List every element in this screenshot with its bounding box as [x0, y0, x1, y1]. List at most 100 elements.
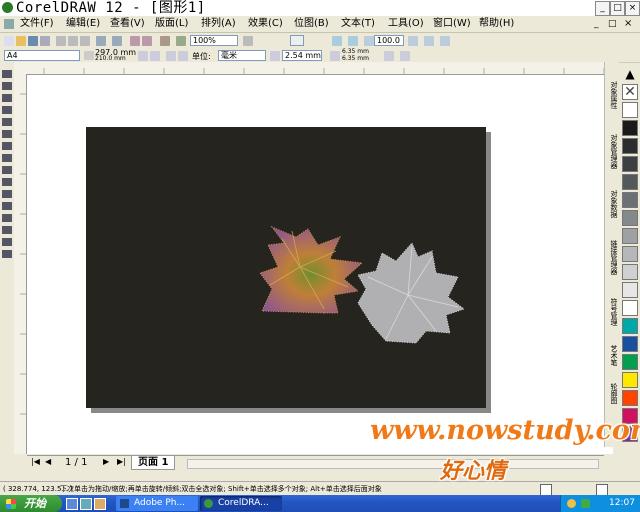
palette-scroll-up-icon[interactable]: ▲	[623, 68, 637, 82]
menu-view[interactable]: 查看(V)	[110, 16, 145, 32]
task-coreldraw-button[interactable]: CorelDRA...	[200, 496, 282, 511]
snap-distance-field[interactable]: 100.0	[374, 35, 404, 46]
task-photoshop-button[interactable]: Adobe Ph...	[116, 496, 198, 511]
first-page-icon[interactable]: |◀	[31, 457, 40, 466]
import-icon[interactable]	[130, 36, 140, 46]
zoom-level-select[interactable]: 100%	[190, 35, 238, 46]
draw-units-icon[interactable]	[384, 51, 394, 61]
tray-network-icon[interactable]	[581, 499, 590, 508]
duplicate-x-field[interactable]: 6.35 mm	[342, 48, 369, 55]
palette-swatch[interactable]	[622, 390, 638, 406]
palette-swatch[interactable]	[622, 120, 638, 136]
interactive-fill-tool-icon[interactable]	[2, 250, 12, 258]
next-page-icon[interactable]: ▶	[103, 457, 109, 466]
quick-launch-explorer-icon[interactable]	[94, 498, 106, 510]
menu-edit[interactable]: 编辑(E)	[66, 16, 100, 32]
units-select[interactable]: 毫米	[218, 50, 266, 61]
basic-shapes-tool-icon[interactable]	[2, 178, 12, 186]
landscape-icon[interactable]	[150, 51, 160, 61]
doc-minimize-icon[interactable]: _	[594, 19, 599, 29]
coreldraw-logo-icon[interactable]	[2, 2, 13, 13]
palette-swatch[interactable]	[622, 318, 638, 334]
palette-swatch[interactable]	[622, 138, 638, 154]
palette-swatch[interactable]	[622, 174, 638, 190]
page-tab-1[interactable]: 页面 1	[131, 456, 176, 470]
docker-tab-object-manager[interactable]: 对象管理器	[605, 124, 619, 178]
portrait-icon[interactable]	[138, 51, 148, 61]
start-button[interactable]: 开始	[0, 495, 62, 512]
menu-window[interactable]: 窗口(W)	[433, 16, 471, 32]
nudge-offset-field[interactable]: 2.54 mm	[282, 50, 322, 61]
polygon-tool-icon[interactable]	[2, 166, 12, 174]
vertical-ruler[interactable]	[14, 74, 27, 454]
copy-icon[interactable]	[68, 36, 78, 46]
wireframe-icon[interactable]	[424, 36, 434, 46]
doc-close-icon[interactable]: ×	[624, 18, 632, 29]
horizontal-ruler[interactable]	[14, 62, 613, 75]
shape-edit-icon[interactable]	[348, 36, 358, 46]
palette-swatch[interactable]	[622, 282, 638, 298]
menu-text[interactable]: 文本(T)	[341, 16, 375, 32]
docker-tab-artistic-media[interactable]: 艺术笔	[605, 338, 619, 372]
docker-tab-contour[interactable]: 轮廓图	[605, 376, 619, 410]
quick-launch-ie-icon[interactable]	[66, 498, 78, 510]
palette-swatch[interactable]	[622, 354, 638, 370]
drawing-page[interactable]	[86, 127, 486, 408]
application-launcher-icon[interactable]	[160, 36, 170, 46]
grey-leaf-image[interactable]	[357, 242, 466, 344]
save-icon[interactable]	[28, 36, 38, 46]
palette-swatch[interactable]	[622, 210, 638, 226]
corel-online-icon[interactable]	[176, 36, 186, 46]
menu-arrange[interactable]: 排列(A)	[201, 16, 236, 32]
restore-button[interactable]: □	[610, 1, 625, 16]
docker-tab-symbol-manager[interactable]: 符号管理	[605, 290, 619, 334]
export-icon[interactable]	[142, 36, 152, 46]
palette-swatch[interactable]	[622, 264, 638, 280]
docker-tab-object-data[interactable]: 对象数据	[605, 182, 619, 226]
minimize-button[interactable]: _	[595, 1, 610, 16]
close-button[interactable]: ×	[625, 1, 640, 16]
zoom-dropdown-icon[interactable]	[243, 36, 253, 46]
paper-size-select[interactable]: A4	[4, 50, 80, 61]
interactive-blend-tool-icon[interactable]	[2, 202, 12, 210]
document-menu-icon[interactable]	[4, 19, 14, 29]
rectangle-tool-icon[interactable]	[2, 142, 12, 150]
quick-launch-desktop-icon[interactable]	[80, 498, 92, 510]
redo-icon[interactable]	[112, 36, 122, 46]
orange-leaf-image[interactable]	[259, 225, 364, 314]
duplicate-y-field[interactable]: 6.35 mm	[342, 55, 369, 62]
new-file-icon[interactable]	[4, 36, 14, 46]
palette-swatch[interactable]	[622, 192, 638, 208]
snap-toggle[interactable]	[290, 35, 304, 46]
tray-volume-icon[interactable]	[567, 499, 576, 508]
docker-tab-link-manager[interactable]: 链接管理器	[605, 230, 619, 284]
fill-tool-icon[interactable]	[2, 238, 12, 246]
text-tool-icon[interactable]	[2, 190, 12, 198]
open-file-icon[interactable]	[16, 36, 26, 46]
menu-effects[interactable]: 效果(C)	[248, 16, 283, 32]
palette-swatch[interactable]	[622, 102, 638, 118]
crop-tool-icon[interactable]	[2, 94, 12, 102]
leaf-artwork[interactable]	[86, 127, 486, 408]
menu-file[interactable]: 文件(F)	[20, 16, 54, 32]
palette-swatch[interactable]	[622, 336, 638, 352]
page-options-icon[interactable]	[400, 51, 410, 61]
prev-page-icon[interactable]: ◀	[45, 457, 51, 466]
zoom-tool-icon[interactable]	[2, 106, 12, 114]
current-page-icon[interactable]	[178, 51, 188, 61]
options-icon[interactable]	[408, 36, 418, 46]
all-pages-icon[interactable]	[166, 51, 176, 61]
menu-layout[interactable]: 版面(L)	[155, 16, 188, 32]
shape-tool-icon[interactable]	[2, 82, 12, 90]
doc-restore-icon[interactable]: □	[608, 19, 617, 29]
eyedropper-tool-icon[interactable]	[2, 214, 12, 222]
menu-help[interactable]: 帮助(H)	[479, 16, 514, 32]
enhanced-view-icon[interactable]	[440, 36, 450, 46]
paste-icon[interactable]	[80, 36, 90, 46]
menu-tools[interactable]: 工具(O)	[388, 16, 424, 32]
palette-swatch[interactable]	[622, 246, 638, 262]
freehand-tool-icon[interactable]	[2, 118, 12, 126]
ellipse-tool-icon[interactable]	[2, 154, 12, 162]
pick-tool-icon[interactable]	[2, 70, 12, 78]
horizontal-scrollbar[interactable]	[187, 459, 599, 469]
